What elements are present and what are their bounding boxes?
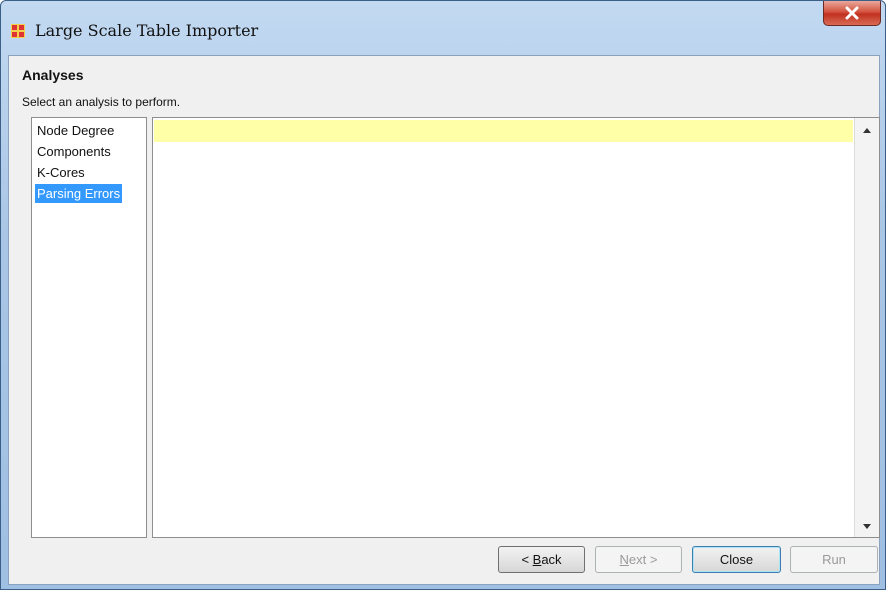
next-button-mnemonic: N	[619, 552, 629, 567]
page-subtitle: Select an analysis to perform.	[22, 95, 181, 109]
window-close-button[interactable]	[823, 1, 881, 26]
importer-window: Large Scale Table Importer Analyses Sele…	[0, 0, 886, 590]
next-button[interactable]: Next >	[595, 546, 682, 573]
back-button-rest: ack	[541, 552, 562, 567]
list-item-parsing-errors[interactable]: Parsing Errors	[35, 184, 123, 203]
run-button[interactable]: Run	[790, 546, 878, 573]
title-bar[interactable]: Large Scale Table Importer	[1, 1, 885, 55]
network-grid-icon	[11, 24, 25, 38]
vertical-scrollbar[interactable]	[854, 118, 879, 537]
window-title: Large Scale Table Importer	[35, 21, 259, 40]
list-item-components[interactable]: Components	[35, 142, 113, 161]
close-x-icon	[845, 6, 859, 20]
arrow-up-icon[interactable]	[863, 128, 871, 133]
list-item-k-cores[interactable]: K-Cores	[35, 163, 87, 182]
list-item-node-degree[interactable]: Node Degree	[35, 121, 116, 140]
back-button-mnemonic: B	[532, 552, 542, 567]
back-button[interactable]: < Back	[498, 546, 585, 573]
highlighted-row	[154, 120, 853, 142]
back-button-prefix: <	[521, 552, 533, 567]
next-button-rest: ext >	[628, 552, 658, 567]
results-area[interactable]	[152, 117, 880, 538]
analysis-list[interactable]: Node Degree Components K-Cores Parsing E…	[31, 117, 147, 538]
arrow-down-icon[interactable]	[863, 524, 871, 529]
page-title: Analyses	[22, 67, 84, 83]
close-button[interactable]: Close	[692, 546, 781, 573]
